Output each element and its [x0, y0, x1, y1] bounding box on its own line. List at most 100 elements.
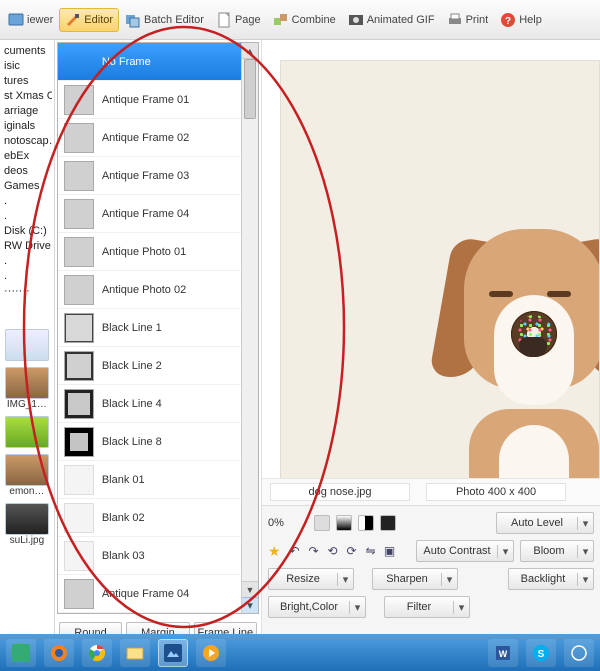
chevron-down-icon[interactable]: ▾ — [349, 601, 365, 614]
frame-option[interactable]: Black Line 8 — [58, 423, 241, 461]
frame-option[interactable]: Antique Frame 02 — [58, 119, 241, 157]
folder-tree[interactable]: cumentsisicturesst Xmas Carriageiginalsn… — [2, 44, 52, 299]
chevron-down-icon[interactable]: ▾ — [577, 545, 593, 558]
thumbnail[interactable]: suLi.jpg — [5, 503, 49, 546]
backlight-button[interactable]: Backlight▾ — [508, 568, 594, 590]
tree-item[interactable]: tures — [2, 74, 52, 89]
thumbnail[interactable]: emon… — [5, 454, 49, 497]
redo-icon[interactable]: ↷ — [306, 543, 322, 559]
tree-item[interactable]: cuments — [2, 44, 52, 59]
histogram-icon[interactable] — [314, 515, 330, 531]
chevron-down-icon[interactable]: ▾ — [453, 601, 469, 614]
tab-animated-gif[interactable]: Animated GIF — [342, 8, 441, 32]
status-dimensions: Photo 400 x 400 — [426, 483, 566, 501]
skype-icon[interactable]: S — [526, 639, 556, 667]
tree-item[interactable]: . — [2, 194, 52, 209]
photoscape-icon[interactable] — [158, 639, 188, 667]
frame-option[interactable]: Blank 02 — [58, 499, 241, 537]
tab-batch-label: Batch Editor — [144, 14, 204, 26]
taskbar-tray-icon[interactable] — [564, 639, 594, 667]
tree-item[interactable]: iginals — [2, 119, 52, 134]
crop-icon[interactable]: ▣ — [382, 543, 398, 559]
thumbnail[interactable]: IMG_1… — [5, 367, 49, 410]
chevron-down-icon[interactable]: ▾ — [337, 573, 353, 586]
undo-icon[interactable]: ↶ — [287, 543, 303, 559]
chevron-down-icon[interactable]: ▾ — [441, 573, 457, 586]
tree-item[interactable]: st Xmas C — [2, 89, 52, 104]
favorite-icon[interactable]: ★ — [268, 544, 281, 558]
flip-h-icon[interactable]: ⇋ — [363, 543, 379, 559]
batch-editor-icon — [125, 12, 141, 28]
chrome-icon[interactable] — [82, 639, 112, 667]
chevron-down-icon[interactable]: ▾ — [577, 573, 593, 586]
thumbnail[interactable] — [5, 416, 49, 448]
frame-dropdown-list[interactable]: No Frame Antique Frame 01 Antique Frame 02… — [57, 42, 259, 614]
frame-option[interactable]: Black Line 4 — [58, 385, 241, 423]
tree-item[interactable]: deos — [2, 164, 52, 179]
frame-option[interactable]: Blank 03 — [58, 537, 241, 575]
scroll-up-button[interactable]: ▲ — [242, 43, 258, 59]
media-player-icon[interactable] — [196, 639, 226, 667]
thumbnail-strip: IMG_1… emon… suLi.jpg — [2, 329, 52, 546]
frame-option[interactable]: Antique Frame 03 — [58, 157, 241, 195]
frame-option[interactable]: Black Line 1 — [58, 309, 241, 347]
image-preview-area[interactable] — [262, 40, 600, 478]
bw-icon[interactable] — [358, 515, 374, 531]
rotate-right-icon[interactable]: ⟳ — [344, 543, 360, 559]
frame-option[interactable]: Black Line 2 — [58, 347, 241, 385]
filter-button[interactable]: Filter▾ — [384, 596, 470, 618]
resize-button[interactable]: Resize▾ — [268, 568, 354, 590]
frame-option-label: Antique Frame 01 — [102, 94, 189, 106]
frame-option-label: Antique Frame 04 — [102, 588, 189, 600]
firefox-icon[interactable] — [44, 639, 74, 667]
rotate-left-icon[interactable]: ⟲ — [325, 543, 341, 559]
tab-batch-editor[interactable]: Batch Editor — [119, 8, 210, 32]
tree-item[interactable]: Disk (C:) — [2, 224, 52, 239]
tab-viewer[interactable]: iewer — [2, 8, 59, 32]
invert-icon[interactable] — [380, 515, 396, 531]
frame-option[interactable]: Antique Frame 04 — [58, 195, 241, 233]
tab-page[interactable]: Page — [210, 8, 267, 32]
dropdown-toggle-button[interactable]: ▾ — [242, 597, 258, 613]
bright-color-button[interactable]: Bright,Color▾ — [268, 596, 366, 618]
tree-item[interactable]: arriage — [2, 104, 52, 119]
explorer-icon[interactable] — [120, 639, 150, 667]
auto-contrast-button[interactable]: Auto Contrast▾ — [416, 540, 514, 562]
dropdown-scrollbar[interactable]: ▲ ▼ ▾ — [241, 43, 258, 613]
thumbnail[interactable] — [5, 329, 49, 361]
scroll-thumb[interactable] — [244, 59, 256, 119]
frame-option[interactable]: No Frame — [58, 43, 241, 81]
frame-option-label: Antique Frame 03 — [102, 170, 189, 182]
tree-item[interactable]: . — [2, 254, 52, 269]
tab-print[interactable]: Print — [441, 8, 495, 32]
frame-option-label: Antique Photo 02 — [102, 284, 186, 296]
tab-combine[interactable]: Combine — [267, 8, 342, 32]
taskbar-app-icon[interactable] — [6, 639, 36, 667]
bloom-button[interactable]: Bloom▾ — [520, 540, 594, 562]
tree-item[interactable]: notoscap… — [2, 134, 52, 149]
tab-help[interactable]: ? Help — [494, 8, 548, 32]
tree-item[interactable]: ······· — [2, 284, 52, 299]
tab-editor-label: Editor — [84, 14, 113, 26]
gradient-icon[interactable] — [336, 515, 352, 531]
tree-item[interactable]: . — [2, 209, 52, 224]
frame-swatch — [64, 47, 94, 77]
tree-item[interactable]: . — [2, 269, 52, 284]
tree-item[interactable]: Games — [2, 179, 52, 194]
frame-option[interactable]: Antique Photo 02 — [58, 271, 241, 309]
tree-item[interactable]: isic — [2, 59, 52, 74]
scroll-down-button[interactable]: ▼ — [242, 581, 258, 597]
sharpen-button[interactable]: Sharpen▾ — [372, 568, 458, 590]
frame-option[interactable]: Antique Frame 01 — [58, 81, 241, 119]
chevron-down-icon[interactable]: ▾ — [497, 545, 513, 558]
tab-editor[interactable]: Editor — [59, 8, 119, 32]
auto-level-button[interactable]: Auto Level▾ — [496, 512, 594, 534]
frame-swatch — [64, 313, 94, 343]
chevron-down-icon[interactable]: ▾ — [577, 517, 593, 530]
frame-option[interactable]: Blank 01 — [58, 461, 241, 499]
frame-option[interactable]: Antique Photo 01 — [58, 233, 241, 271]
frame-option[interactable]: Antique Frame 04 — [58, 575, 241, 613]
word-icon[interactable]: W — [488, 639, 518, 667]
tree-item[interactable]: ebEx — [2, 149, 52, 164]
tree-item[interactable]: RW Drive — [2, 239, 52, 254]
